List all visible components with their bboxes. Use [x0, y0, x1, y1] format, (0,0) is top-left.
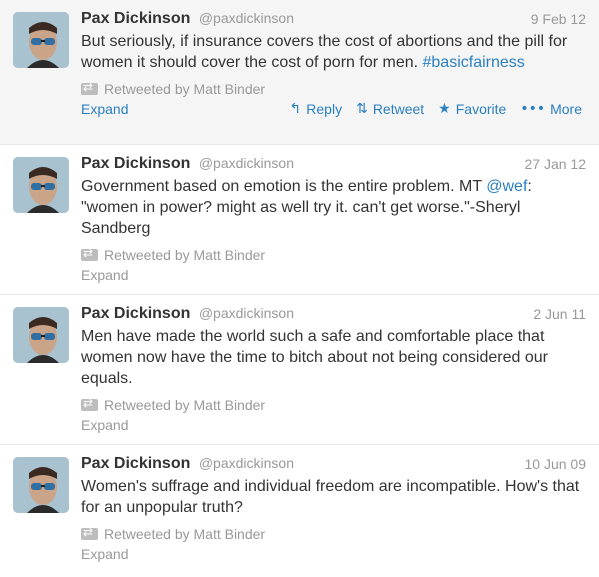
avatar[interactable] [13, 157, 69, 213]
tweet-timestamp[interactable]: 27 Jan 12 [525, 156, 587, 172]
tweet-header: Pax Dickinson @paxdickinson 27 Jan 12 [81, 155, 586, 175]
avatar[interactable] [13, 457, 69, 513]
avatar[interactable] [13, 307, 69, 363]
retweeted-by-label[interactable]: Retweeted by Matt Binder [104, 247, 265, 263]
favorite-label: Favorite [455, 101, 507, 117]
tweet-footer: Expand [81, 417, 586, 435]
star-icon: ★ [438, 101, 451, 117]
avatar[interactable] [13, 12, 69, 68]
tweet-footer: Expand ↰ Reply ⇅ Retweet ★ Favorite ••• More [81, 101, 586, 119]
author-username[interactable]: @paxdickinson [199, 455, 294, 471]
retweet-icon: ⇅ [356, 101, 368, 117]
tweet-content: Pax Dickinson @paxdickinson 27 Jan 12 Go… [81, 155, 586, 285]
author-username[interactable]: @paxdickinson [199, 305, 294, 321]
tweet-text: Government based on emotion is the entir… [81, 176, 581, 239]
reply-button[interactable]: ↰ Reply [290, 101, 343, 117]
tweet-text: Women's suffrage and individual freedom … [81, 478, 580, 516]
retweet-small-icon [81, 396, 98, 411]
retweet-small-icon [81, 246, 98, 261]
retweet-small-icon [81, 80, 98, 95]
tweet-timestamp[interactable]: 9 Feb 12 [531, 11, 586, 27]
tweet-header: Pax Dickinson @paxdickinson 10 Jun 09 [81, 455, 586, 475]
tweet-content: Pax Dickinson @paxdickinson 2 Jun 11 Men… [81, 305, 586, 435]
retweet-label: Retweet [372, 101, 425, 117]
tweet-timestamp[interactable]: 10 Jun 09 [525, 456, 587, 472]
reply-label: Reply [306, 101, 343, 117]
retweeted-by-label[interactable]: Retweeted by Matt Binder [104, 526, 265, 542]
retweeted-by: Retweeted by Matt Binder [81, 80, 586, 98]
tweet-footer: Expand [81, 267, 586, 285]
tweet-item[interactable]: Pax Dickinson @paxdickinson 27 Jan 12 Go… [0, 145, 599, 295]
tweet-text-body: Government based on emotion is the entir… [81, 178, 487, 195]
mention-link[interactable]: @wef [486, 178, 527, 195]
tweet-content: Pax Dickinson @paxdickinson 10 Jun 09 Wo… [81, 455, 586, 564]
tweet-item[interactable]: Pax Dickinson @paxdickinson 10 Jun 09 Wo… [0, 445, 599, 577]
hashtag-link[interactable]: #basicfairness [423, 54, 525, 71]
retweeted-by-label[interactable]: Retweeted by Matt Binder [104, 397, 265, 413]
tweet-footer: Expand [81, 546, 586, 564]
author-fullname[interactable]: Pax Dickinson [81, 155, 190, 172]
author-fullname[interactable]: Pax Dickinson [81, 455, 190, 472]
author-username[interactable]: @paxdickinson [199, 10, 294, 26]
more-button[interactable]: ••• More [520, 101, 582, 117]
tweet-header: Pax Dickinson @paxdickinson 2 Jun 11 [81, 305, 586, 325]
author-username[interactable]: @paxdickinson [199, 155, 294, 171]
tweet-timestamp[interactable]: 2 Jun 11 [533, 306, 586, 322]
avatar-photo [13, 457, 69, 513]
author-fullname[interactable]: Pax Dickinson [81, 305, 190, 322]
expand-link[interactable]: Expand [81, 267, 128, 283]
more-label: More [550, 101, 582, 117]
retweeted-by-label[interactable]: Retweeted by Matt Binder [104, 81, 265, 97]
tweet-actions: ↰ Reply ⇅ Retweet ★ Favorite ••• More [290, 101, 582, 117]
retweeted-by: Retweeted by Matt Binder [81, 396, 586, 414]
tweet-item[interactable]: Pax Dickinson @paxdickinson 2 Jun 11 Men… [0, 295, 599, 445]
retweet-small-icon [81, 525, 98, 540]
favorite-button[interactable]: ★ Favorite [438, 101, 506, 117]
expand-link[interactable]: Expand [81, 546, 128, 562]
avatar-photo [13, 157, 69, 213]
retweeted-by: Retweeted by Matt Binder [81, 525, 586, 543]
tweet-text: But seriously, if insurance covers the c… [81, 31, 581, 73]
avatar-photo [13, 307, 69, 363]
tweet-timeline: Pax Dickinson @paxdickinson 9 Feb 12 But… [0, 0, 599, 577]
retweet-button[interactable]: ⇅ Retweet [356, 101, 424, 117]
reply-arrow-icon: ↰ [289, 101, 302, 117]
more-dots-icon: ••• [520, 101, 546, 117]
tweet-header: Pax Dickinson @paxdickinson 9 Feb 12 [81, 10, 586, 30]
expand-link[interactable]: Expand [81, 101, 128, 117]
expand-link[interactable]: Expand [81, 417, 128, 433]
avatar-photo [13, 12, 69, 68]
retweeted-by: Retweeted by Matt Binder [81, 246, 586, 264]
tweet-text: Men have made the world such a safe and … [81, 328, 548, 387]
tweet-content: Pax Dickinson @paxdickinson 9 Feb 12 But… [81, 10, 586, 119]
tweet-item[interactable]: Pax Dickinson @paxdickinson 9 Feb 12 But… [0, 0, 599, 145]
author-fullname[interactable]: Pax Dickinson [81, 10, 190, 27]
